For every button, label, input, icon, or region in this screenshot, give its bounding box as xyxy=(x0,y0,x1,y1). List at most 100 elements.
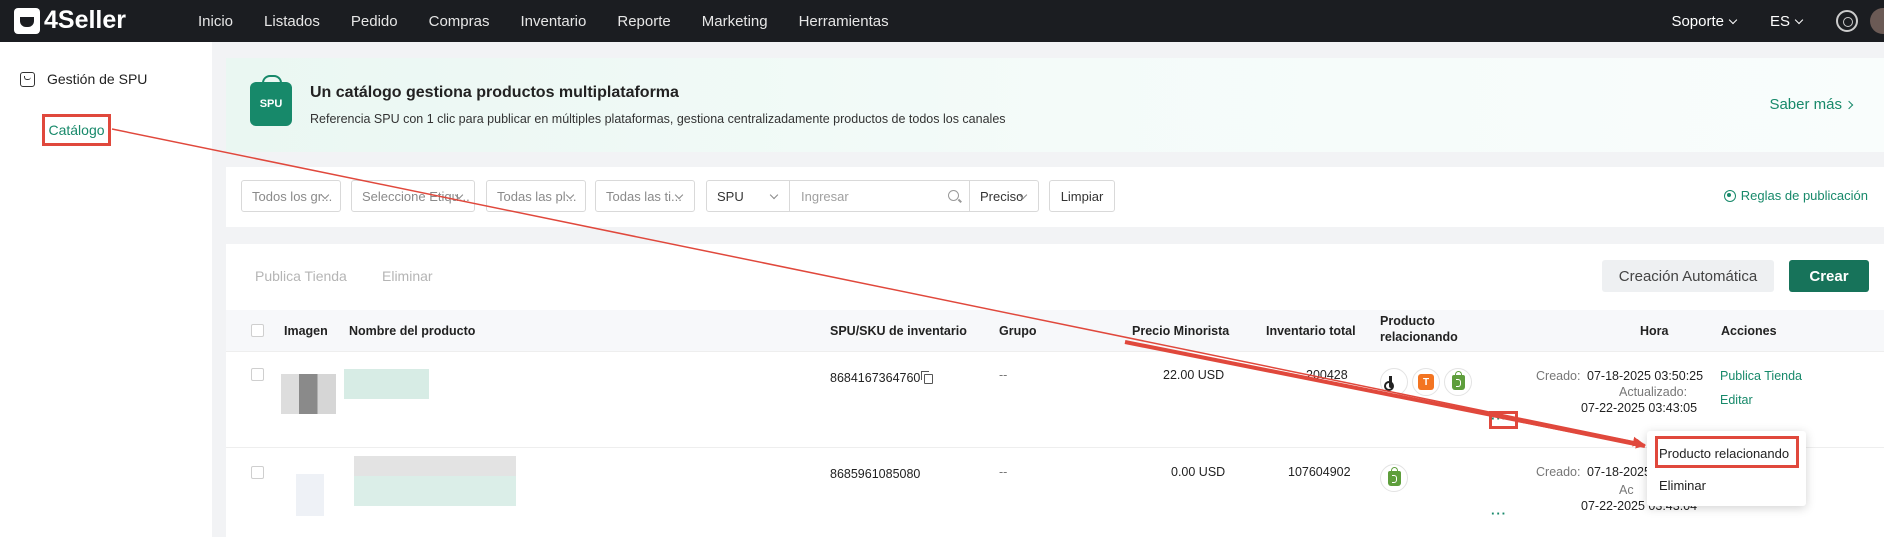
updated-time: 07-22-2025 03:43:05 xyxy=(1581,401,1698,415)
search-type-select[interactable]: SPU xyxy=(706,180,790,212)
shopify-store-icon[interactable] xyxy=(1444,368,1472,396)
sku-value: 8684167364760 xyxy=(830,371,934,385)
temu-store-icon[interactable]: T xyxy=(1412,368,1440,396)
store-filter-select[interactable]: Todas las ti... xyxy=(595,180,695,212)
table-header: Imagen Nombre del producto SPU/SKU de in… xyxy=(226,310,1884,352)
bag-icon xyxy=(20,71,35,87)
updated-label: Actualizado: xyxy=(1619,385,1688,399)
promo-banner: SPU Un catálogo gestiona productos multi… xyxy=(226,58,1884,152)
col-related: Producto xyxy=(1380,314,1435,328)
inventory-value: 107604902 xyxy=(1288,465,1351,479)
avatar[interactable] xyxy=(1870,8,1884,34)
sidebar-section-label: Gestión de SPU xyxy=(47,71,148,87)
row-checkbox[interactable] xyxy=(251,466,264,479)
related-product-highlight xyxy=(1655,436,1799,468)
col-sku: SPU/SKU de inventario xyxy=(830,324,967,338)
match-mode-value: Preciso xyxy=(980,188,1024,204)
shopify-icon xyxy=(1387,466,1401,486)
product-list-panel: Publica Tienda Eliminar Creación Automát… xyxy=(226,244,1884,537)
publish-rules-link[interactable]: Reglas de publicación xyxy=(1723,188,1868,203)
product-image xyxy=(296,474,324,516)
nav-item-inventario[interactable]: Inventario xyxy=(520,13,586,30)
created-time: 07-18-2025 03:50:25 xyxy=(1587,369,1704,383)
nav-item-inicio[interactable]: Inicio xyxy=(198,13,233,30)
col-actions: Acciones xyxy=(1721,324,1777,338)
publish-rules-label: Reglas de publicación xyxy=(1740,188,1868,203)
learn-more-link[interactable]: Saber más xyxy=(1769,96,1854,113)
chevron-down-icon xyxy=(1794,15,1804,24)
product-name-blurred xyxy=(344,369,429,399)
publish-store-button[interactable]: Publica Tienda xyxy=(255,268,347,284)
product-name-blurred xyxy=(354,456,516,506)
nav-item-herramientas[interactable]: Herramientas xyxy=(799,13,889,30)
search-type-value: SPU xyxy=(717,188,744,204)
language-label: ES xyxy=(1769,12,1790,30)
match-mode-select[interactable]: Preciso xyxy=(969,180,1039,212)
row-divider xyxy=(226,447,1884,448)
logo-icon xyxy=(14,7,40,34)
nav-item-listados[interactable]: Listados xyxy=(264,13,320,30)
sidebar: Gestión de SPU Catálogo xyxy=(0,42,212,537)
chevron-down-icon xyxy=(769,190,779,200)
price-value: 0.00 USD xyxy=(1171,465,1226,479)
sku-value: 8685961085080 xyxy=(830,467,921,481)
row-checkbox[interactable] xyxy=(251,368,264,381)
group-value: -- xyxy=(999,465,1008,479)
menu-item-delete[interactable]: Eliminar xyxy=(1659,478,1706,493)
tiktok-icon xyxy=(1384,376,1399,391)
publish-store-action[interactable]: Publica Tienda xyxy=(1720,369,1802,383)
copy-icon[interactable] xyxy=(921,371,934,384)
more-actions-button[interactable]: ··· xyxy=(1491,507,1507,520)
col-group: Grupo xyxy=(999,324,1037,338)
group-filter-select[interactable]: Todos los gr... xyxy=(241,180,341,212)
chevron-right-icon xyxy=(1844,100,1854,110)
created-label: Creado: xyxy=(1536,465,1581,479)
learn-more-label: Saber más xyxy=(1769,96,1842,113)
spu-bag-icon: SPU xyxy=(250,75,292,126)
nav-item-marketing[interactable]: Marketing xyxy=(702,13,768,30)
support-label: Soporte xyxy=(1671,12,1724,30)
sidebar-section-spu[interactable]: Gestión de SPU xyxy=(20,71,147,87)
create-button[interactable]: Crear xyxy=(1789,260,1869,292)
edit-action[interactable]: Editar xyxy=(1720,393,1753,407)
delete-button[interactable]: Eliminar xyxy=(382,268,433,284)
col-inventory: Inventario total xyxy=(1266,324,1356,338)
nav-item-compras[interactable]: Compras xyxy=(429,13,490,30)
platform-filter-value: Todas las pl... xyxy=(497,188,577,204)
clear-button[interactable]: Limpiar xyxy=(1049,180,1115,212)
more-actions-button[interactable]: ··· xyxy=(1491,412,1507,425)
tag-filter-select[interactable]: Seleccione Etiqu... xyxy=(351,180,475,212)
sku-text: 8684167364760 xyxy=(830,371,921,385)
app-logo[interactable]: 4Seller xyxy=(14,6,126,35)
gear-icon xyxy=(1723,189,1736,202)
group-filter-value: Todos los gr... xyxy=(252,188,333,204)
chevron-down-icon xyxy=(1728,15,1738,24)
product-image xyxy=(281,374,336,414)
sidebar-item-catalogo[interactable]: Catálogo xyxy=(42,114,111,146)
filter-bar: Todos los gr... Seleccione Etiqu... Toda… xyxy=(226,167,1884,227)
col-name: Nombre del producto xyxy=(349,324,476,338)
select-all-checkbox[interactable] xyxy=(251,324,264,337)
col-time: Hora xyxy=(1640,324,1669,338)
inventory-value: 200428 xyxy=(1306,368,1348,382)
top-navigation-bar: 4Seller Inicio Listados Pedido Compras I… xyxy=(0,0,1884,42)
platform-filter-select[interactable]: Todas las pl... xyxy=(486,180,586,212)
shopify-store-icon[interactable] xyxy=(1380,464,1408,492)
main-nav: Inicio Listados Pedido Compras Inventari… xyxy=(198,0,920,42)
tag-filter-value: Seleccione Etiqu... xyxy=(362,188,470,204)
temu-icon: T xyxy=(1418,374,1434,390)
support-dropdown[interactable]: Soporte xyxy=(1671,12,1738,30)
tiktok-shop-icon[interactable] xyxy=(1380,368,1408,396)
col-price: Precio Minorista xyxy=(1132,324,1230,338)
auto-create-button[interactable]: Creación Automática xyxy=(1602,260,1774,292)
banner-title: Un catálogo gestiona productos multiplat… xyxy=(310,84,679,101)
search-input[interactable]: Ingresar xyxy=(789,180,970,212)
settings-gear-icon[interactable] xyxy=(1836,10,1858,32)
created-time: 07-18-2025 xyxy=(1587,465,1651,479)
language-dropdown[interactable]: ES xyxy=(1769,12,1804,30)
nav-item-pedido[interactable]: Pedido xyxy=(351,13,398,30)
store-filter-value: Todas las ti... xyxy=(606,188,682,204)
col-related-line2: relacionando xyxy=(1380,330,1458,344)
nav-item-reporte[interactable]: Reporte xyxy=(617,13,670,30)
search-placeholder: Ingresar xyxy=(801,188,849,204)
